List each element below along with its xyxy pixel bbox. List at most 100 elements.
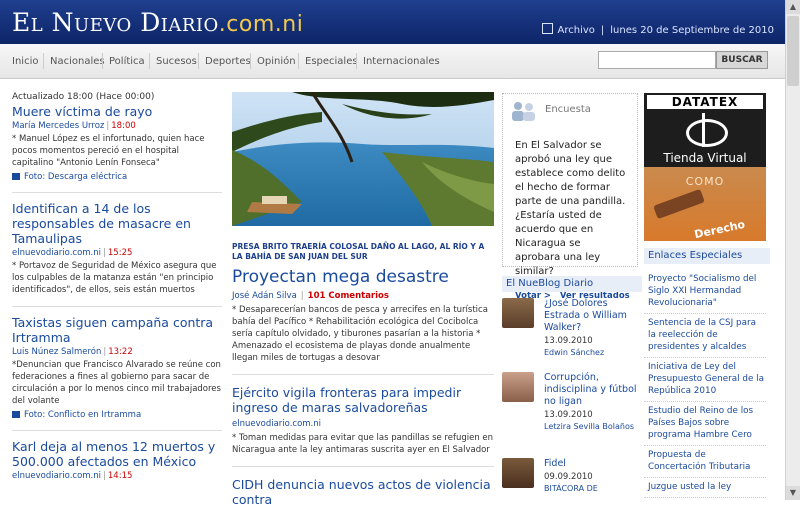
nav-item-internacionales[interactable]: Internacionales [363,56,440,67]
story-title[interactable]: Ejército vigila fronteras para impedir i… [232,385,494,415]
scroll-up-arrow-icon[interactable]: ▲ [786,0,800,14]
camera-icon [12,411,20,418]
story-title[interactable]: CIDH denuncia nuevos actos de violencia … [232,477,494,507]
blog-text: ¿José Dolores Estrada o William Walker? … [544,298,638,357]
poll-heading: Encuesta [545,104,591,115]
ad-logo-bar [702,113,705,147]
archive-icon[interactable] [541,23,553,34]
hero-photo[interactable] [232,92,494,226]
story-author[interactable]: elnuevodiario.com.ni [232,419,494,429]
special-link[interactable]: Estudio del Reino de los Países Bajos so… [644,402,766,446]
nav-item-especiales[interactable]: Especiales [305,56,358,67]
blog-author-photo [502,372,534,402]
special-links-list: Proyecto "Socialismo del Siglo XXI Herma… [644,270,766,498]
site-header: El Nuevo Diario.com.ni Archivo | lunes 20 … [0,0,786,44]
nav-separator [43,53,44,69]
blog-text: Fidel 09.09.2010 BITÁCORA DE [544,458,638,493]
blog-date: 09.09.2010 [544,472,593,482]
news-title[interactable]: Taxistas siguen campaña contra Irtramma [12,315,222,345]
news-time: 13:22 [108,347,133,357]
site-logo[interactable]: El Nuevo Diario.com.ni [12,8,303,37]
blog-author[interactable]: BITÁCORA DE [544,484,638,493]
nav-item-opinion[interactable]: Opinión [257,56,296,67]
nav-item-inicio[interactable]: Inicio [12,56,38,67]
nav-item-politica[interactable]: Política [109,56,145,67]
nav-separator [298,53,299,69]
main-author[interactable]: José Adán Silva [232,291,297,301]
blog-author-photo [502,298,534,328]
special-link[interactable]: Sentencia de la CSJ para la reelección d… [644,314,766,358]
updated-time: Actualizado 18:00 (Hace 00:00) [12,92,155,102]
blog-date: 13.09.2010 [544,336,593,346]
people-icon [512,102,535,121]
nav-item-deportes[interactable]: Deportes [205,56,251,67]
nav-separator [356,53,357,69]
news-summary: * Manuel López es el infortunado, quien … [12,134,205,168]
blog-item[interactable]: Corrupción, indisciplina y fútbol no lig… [502,372,638,448]
search-input[interactable] [598,51,716,69]
scroll-thumb[interactable] [787,16,799,86]
news-media[interactable]: Foto: Conflicto en Irtramma [12,410,222,420]
news-summary: *Denuncian que Francisco Alvarado se reú… [12,360,221,406]
news-time: 14:15 [107,471,133,481]
ad-logo-icon [686,119,728,147]
nav-separator [102,53,103,69]
special-link[interactable]: Juzgue usted la ley [644,478,766,498]
vertical-scrollbar[interactable]: ▲ ▼ [785,0,800,500]
blog-date: 13.09.2010 [544,410,593,420]
news-item: Taxistas siguen campaña contra Irtramma … [12,315,222,420]
nav-separator [198,53,199,69]
byline-separator: | [103,347,107,357]
news-time: 15:25 [107,248,133,258]
news-title[interactable]: Karl deja al menos 12 muertos y 500.000 … [12,439,222,469]
blog-author-photo [502,458,534,488]
blog-text: Corrupción, indisciplina y fútbol no lig… [544,372,638,431]
ad-store-label: Tienda Virtual [663,151,747,165]
divider [12,430,222,431]
search-button[interactable]: BUSCAR [716,51,768,69]
blog-author[interactable]: Letzira Sevilla Bolaños [544,422,638,431]
news-item: Identifican a 14 de los responsables de … [12,201,222,296]
news-author[interactable]: elnuevodiario.com.ni [12,471,101,481]
news-byline: elnuevodiario.com.ni | 15:25 [12,248,222,258]
datatex-ad[interactable]: DATATEX Tienda Virtual COMO Derecho [644,93,766,241]
news-media[interactable]: Foto: Descarga eléctrica [12,172,222,182]
logo-main: El Nuevo Diario [12,8,219,37]
main-byline: José Adán Silva | 101 Comentarios [232,291,494,301]
blog-item[interactable]: ¿José Dolores Estrada o William Walker? … [502,298,638,360]
poll-box: Encuesta En El Salvador se aprobó una le… [502,93,638,311]
media-label: Foto: Descarga eléctrica [24,172,128,182]
comments-link[interactable]: 101 Comentarios [308,291,389,301]
blog-title[interactable]: Corrupción, indisciplina y fútbol no lig… [544,372,638,408]
nav-separator [149,53,150,69]
scroll-down-arrow-icon[interactable]: ▼ [786,486,800,500]
latest-news-column: Actualizado 18:00 (Hace 00:00) Muere víc… [12,92,222,491]
ad-brand: DATATEX [647,95,763,109]
news-title[interactable]: Muere víctima de rayo [12,104,222,119]
special-link[interactable]: Propuesta de Concertación Tributaria [644,446,766,478]
byline-separator: | [300,291,304,301]
special-links-heading: Enlaces Especiales [644,248,770,264]
news-author[interactable]: Luis Núnez Salmerón [12,347,101,357]
main-headline[interactable]: Proyectan mega desastre [232,267,494,287]
blog-author[interactable]: Edwin Sánchez [544,348,638,357]
archive-link[interactable]: Archivo [558,25,595,36]
news-author[interactable]: María Mercedes Urroz [12,121,104,131]
camera-icon [12,173,20,180]
nav-item-sucesos[interactable]: Sucesos [156,56,197,67]
main-summary: * Desaparecerían bancos de pesca y arrec… [232,305,488,363]
special-link[interactable]: Proyecto "Socialismo del Siglo XXI Herma… [644,270,766,314]
divider [12,192,222,193]
news-byline: Luis Núnez Salmerón | 13:22 [12,347,222,357]
news-byline: elnuevodiario.com.ni | 14:15 [12,471,222,481]
blog-item[interactable]: Fidel 09.09.2010 BITÁCORA DE [502,458,638,498]
special-link[interactable]: Iniciativa de Ley del Presupuesto Genera… [644,358,766,402]
blog-title[interactable]: Fidel [544,458,638,470]
current-date: lunes 20 de Septiembre de 2010 [610,25,774,36]
news-item: Karl deja al menos 12 muertos y 500.000 … [12,439,222,481]
blog-title[interactable]: ¿José Dolores Estrada o William Walker? [544,298,638,334]
news-title[interactable]: Identifican a 14 de los responsables de … [12,201,222,246]
story-summary: * Toman medidas para evitar que las pand… [232,433,494,455]
nav-item-nacionales[interactable]: Nacionales [50,56,105,67]
news-author[interactable]: elnuevodiario.com.ni [12,248,101,258]
